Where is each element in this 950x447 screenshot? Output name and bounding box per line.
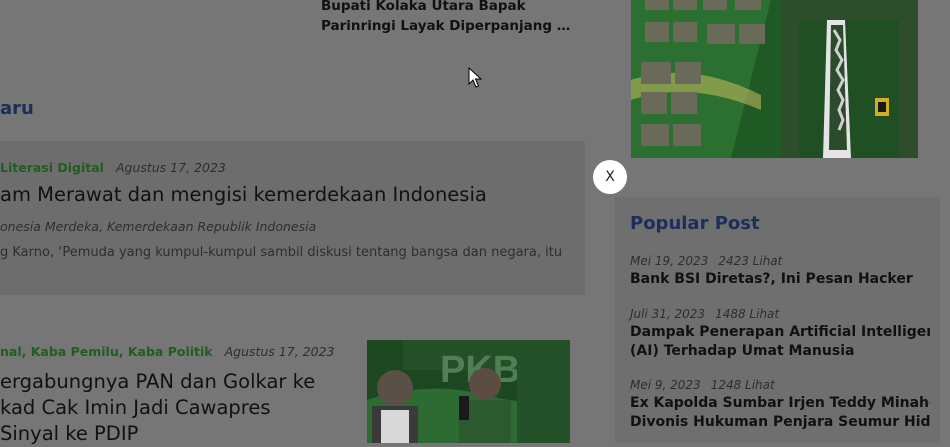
article-date: Agustus 17, 2023 [224, 344, 335, 359]
popular-post-title-line: Ex Kapolda Sumbar Irjen Teddy Minahesa [630, 395, 930, 411]
popular-post-date: Mei 19, 2023 [630, 254, 709, 268]
popular-post-views: 2423 Lihat [718, 254, 783, 268]
popular-post-meta: Juli 31, 2023 1488 Lihat [630, 307, 930, 321]
popular-post-title-line: Divonis Hukuman Penjara Seumur Hidu... [630, 414, 930, 430]
page: Bupati Kolaka Utara Bapak Parinringi Lay… [0, 0, 950, 445]
popular-post-views: 1488 Lihat [715, 307, 780, 321]
popular-post-item[interactable]: Juli 31, 2023 1488 Lihat Dampak Penerapan… [630, 307, 930, 361]
article-category-link[interactable]: Literasi Digital [0, 160, 104, 175]
popular-post-title-line: Bank BSI Diretas?, Ini Pesan Hacker [630, 271, 913, 287]
popular-post-item[interactable]: Mei 9, 2023 1248 Lihat Ex Kapolda Sumbar … [630, 378, 930, 432]
article-category-link[interactable]: Kaba Pemilu [31, 344, 119, 359]
article-card: Literasi Digital Agustus 17, 2023 am Mer… [0, 141, 585, 295]
popular-post-date: Mei 9, 2023 [630, 378, 701, 392]
article-card: nal, Kaba Pemilu, Kaba Politik Agustus 1… [0, 322, 585, 445]
article-title[interactable]: ergabungnya PAN dan Golkar ke kad Cak Im… [0, 369, 345, 447]
top-article-title[interactable]: Bupati Kolaka Utara Bapak Parinringi Lay… [321, 0, 583, 36]
popular-post-item[interactable]: Mei 19, 2023 2423 Lihat Bank BSI Diretas?… [630, 254, 930, 289]
popular-post-link[interactable]: Dampak Penerapan Artificial Intelligence… [630, 323, 930, 361]
article-meta: Literasi Digital Agustus 17, 2023 [0, 160, 226, 175]
mouse-cursor-icon [468, 67, 482, 88]
article-title-line: Sinyal ke PDIP [0, 422, 139, 445]
popular-post-title-line: Dampak Penerapan Artificial Intelligence [630, 324, 930, 340]
popular-post-link[interactable]: Bank BSI Diretas?, Ini Pesan Hacker [630, 270, 930, 289]
popular-post-title: Popular Post [630, 213, 760, 234]
popular-post-title-line: (AI) Terhadap Umat Manusia [630, 343, 855, 359]
popular-post-meta: Mei 9, 2023 1248 Lihat [630, 378, 930, 392]
article-title-line: ergabungnya PAN dan Golkar ke [0, 370, 316, 393]
popular-post-widget: Popular Post Mei 19, 2023 2423 Lihat Bank… [615, 197, 940, 443]
popular-post-date: Juli 31, 2023 [630, 307, 706, 321]
article-category-link[interactable]: nal [0, 344, 22, 359]
article-title[interactable]: am Merawat dan mengisi kemerdekaan Indon… [0, 183, 585, 206]
article-meta: nal, Kaba Pemilu, Kaba Politik Agustus 1… [0, 344, 334, 359]
popular-post-views: 1248 Lihat [710, 378, 775, 392]
thumbnail-graphic: PKB [367, 340, 570, 443]
top-article-title-line-2: Parinringi Layak Diperpanjang Mas... [321, 18, 583, 34]
article-title-line: kad Cak Imin Jadi Cawapres [0, 396, 271, 419]
article-date: Agustus 17, 2023 [115, 160, 226, 175]
section-title: aru [0, 98, 34, 119]
article-thumbnail[interactable]: PKB [367, 340, 570, 443]
article-tags[interactable]: onesia Merdeka, Kemerdekaan Republik Ind… [0, 219, 316, 234]
popular-post-meta: Mei 19, 2023 2423 Lihat [630, 254, 930, 268]
article-category-link[interactable]: Kaba Politik [128, 344, 213, 359]
sidebar-banner[interactable] [631, 0, 918, 158]
top-article-title-line-1: Bupati Kolaka Utara Bapak [321, 0, 526, 14]
popular-post-link[interactable]: Ex Kapolda Sumbar Irjen Teddy Minahesa D… [630, 394, 930, 432]
close-button[interactable]: X [593, 160, 627, 194]
category-separator: , [21, 344, 31, 359]
article-excerpt: g Karno, ‘Pemuda yang kumpul-kumpul samb… [0, 245, 563, 260]
banner-graphic [631, 0, 918, 158]
category-separator: , [118, 344, 128, 359]
